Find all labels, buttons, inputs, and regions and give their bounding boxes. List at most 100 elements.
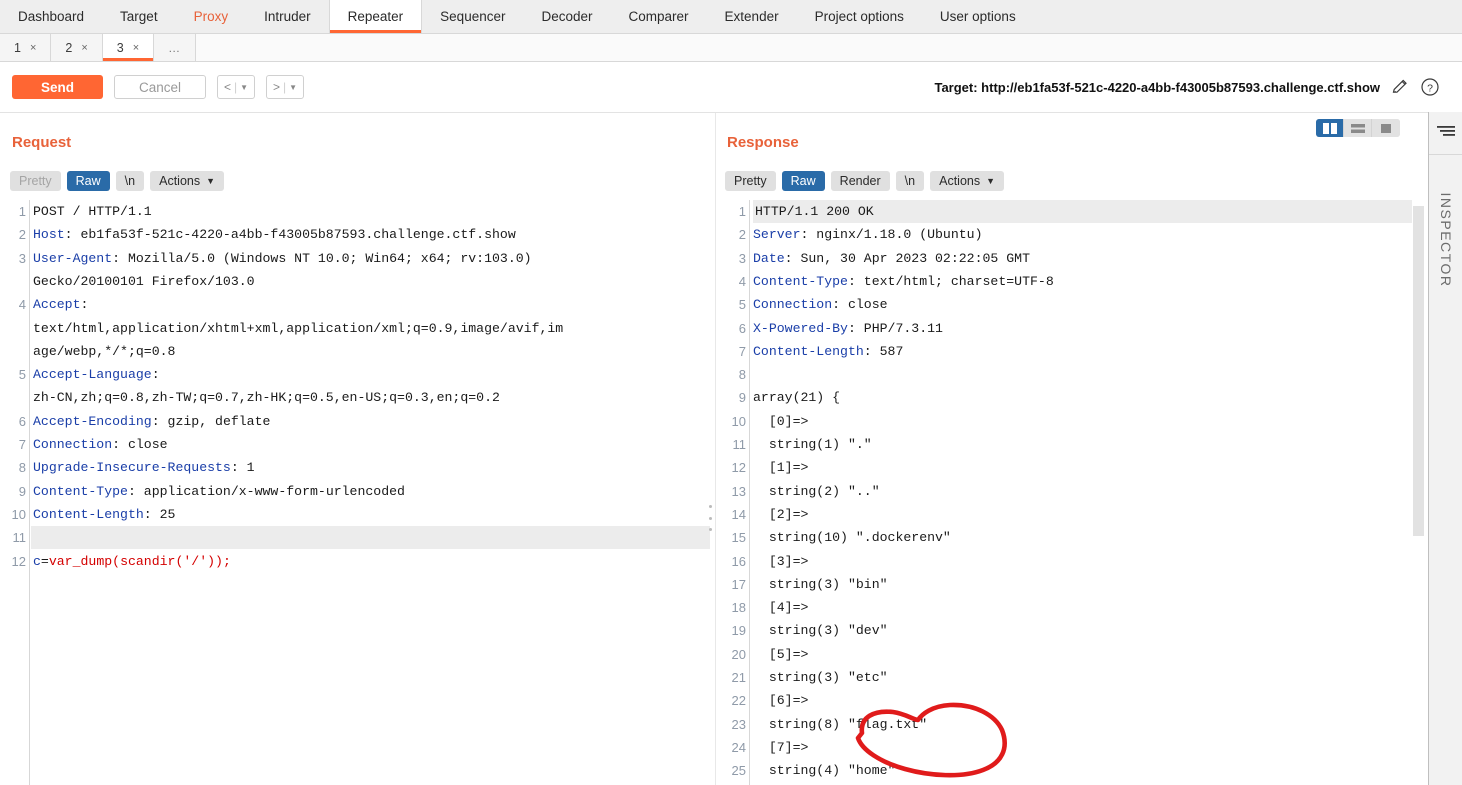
inspector-lines-icon[interactable] (1436, 124, 1456, 140)
req-view-tab-actions[interactable]: Actions ▼ (150, 171, 225, 191)
code-line[interactable]: [5]=> (753, 643, 1404, 666)
main-tab-dashboard[interactable]: Dashboard (0, 0, 102, 33)
main-tab-project-options[interactable]: Project options (797, 0, 922, 33)
code-line[interactable]: HTTP/1.1 200 OK (753, 200, 1414, 224)
close-icon[interactable]: × (81, 42, 87, 54)
code-line[interactable]: string(3) "dev" (753, 619, 1404, 642)
main-tab-label: User options (939, 9, 1016, 24)
repeater-action-toolbar: Send Cancel < | ▼ > | ▼ Target: http://e… (0, 62, 1462, 112)
code-segment: Host (33, 227, 65, 243)
question-mark-icon[interactable]: ? (1420, 77, 1440, 97)
code-line[interactable]: [0]=> (753, 410, 1404, 433)
request-panel-title: Request (12, 134, 72, 151)
code-line[interactable]: Host: eb1fa53f-521c-4220-a4bb-f43005b875… (33, 223, 702, 246)
chevron-down-icon: ▼ (206, 176, 216, 186)
code-line[interactable]: zh-CN,zh;q=0.8,zh-TW;q=0.7,zh-HK;q=0.5,e… (33, 386, 702, 409)
code-line[interactable]: Connection: close (753, 293, 1404, 316)
close-icon[interactable]: × (30, 42, 36, 54)
code-line[interactable]: string(1) "." (753, 433, 1404, 456)
main-tab-target[interactable]: Target (102, 0, 176, 33)
main-tab-user-options[interactable]: User options (922, 0, 1034, 33)
go-back-button[interactable]: < | ▼ (217, 75, 255, 99)
code-line[interactable]: Content-Type: application/x-www-form-url… (33, 480, 702, 503)
go-forward-button[interactable]: > | ▼ (266, 75, 304, 99)
res-view-tab-render[interactable]: Render (830, 171, 890, 191)
repeater-tab-3[interactable]: 3 × (102, 34, 155, 61)
main-tab-extender[interactable]: Extender (707, 0, 797, 33)
req-view-tab-pretty[interactable]: Pretty (10, 171, 61, 191)
code-line[interactable]: Connection: close (33, 433, 702, 456)
code-line[interactable]: X-Powered-By: PHP/7.3.11 (753, 317, 1404, 340)
code-line[interactable]: User-Agent: Mozilla/5.0 (Windows NT 10.0… (33, 247, 702, 270)
single-pane-layout-button[interactable] (1372, 119, 1400, 137)
res-view-tab-pretty[interactable]: Pretty (725, 171, 776, 191)
repeater-tab-1[interactable]: 1 × (0, 34, 52, 61)
line-number: 23 (731, 716, 746, 732)
code-line[interactable]: [4]=> (753, 596, 1404, 619)
code-line[interactable]: Server: nginx/1.18.0 (Ubuntu) (753, 223, 1404, 246)
code-line[interactable]: string(8) "flag.txt" (753, 713, 1404, 736)
code-line[interactable]: [2]=> (753, 503, 1404, 526)
code-line[interactable]: [3]=> (753, 550, 1404, 573)
send-button[interactable]: Send (12, 75, 103, 99)
response-vertical-scrollbar[interactable] (1412, 200, 1426, 785)
pencil-icon[interactable] (1390, 77, 1410, 97)
request-editor[interactable]: 1 POST / HTTP/1.1 2 Host: eb1fa53f-521c-422… (0, 200, 710, 785)
code-line[interactable]: string(10) ".dockerenv" (753, 526, 1404, 549)
main-tab-sequencer[interactable]: Sequencer (422, 0, 523, 33)
code-line[interactable]: [1]=> (753, 456, 1404, 479)
code-line[interactable]: age/webp,*/*;q=0.8 (33, 340, 702, 363)
main-tab-decoder[interactable]: Decoder (523, 0, 610, 33)
code-segment: : 587 (863, 343, 904, 359)
code-line[interactable]: POST / HTTP/1.1 (33, 200, 702, 223)
main-tab-proxy[interactable]: Proxy (176, 0, 247, 33)
code-line[interactable]: Accept: (33, 293, 702, 316)
code-line[interactable]: Content-Length: 25 (33, 503, 702, 526)
code-line[interactable]: string(2) ".." (753, 480, 1404, 503)
repeater-tab-overflow-button[interactable]: … (154, 34, 197, 61)
main-tab-repeater[interactable]: Repeater (328, 0, 423, 33)
code-line[interactable]: Accept-Language: (33, 363, 702, 386)
close-icon[interactable]: × (133, 42, 139, 54)
code-line[interactable] (753, 363, 1404, 386)
code-line[interactable]: [6]=> (753, 689, 1404, 712)
side-by-side-layout-button[interactable] (1316, 119, 1344, 137)
code-line[interactable]: [7]=> (753, 736, 1404, 759)
main-tab-intruder[interactable]: Intruder (246, 0, 329, 33)
req-view-tab-raw[interactable]: Raw (66, 171, 110, 191)
res-view-tab-actions[interactable]: Actions ▼ (930, 171, 1005, 191)
res-view-tab-raw[interactable]: Raw (781, 171, 825, 191)
response-view-tabs: Pretty Raw Render \n Actions ▼ (725, 171, 1005, 191)
req-view-tab-n[interactable]: \n (115, 171, 145, 191)
inspector-panel-rail[interactable]: INSPECTOR (1428, 112, 1462, 785)
code-line[interactable]: text/html,application/xhtml+xml,applicat… (33, 317, 702, 340)
response-editor[interactable]: 1 HTTP/1.1 200 OK 2 Server: nginx/1.18.0 (U… (722, 200, 1414, 785)
code-line[interactable]: Upgrade-Insecure-Requests: 1 (33, 456, 702, 479)
panel-splitter-handle[interactable] (707, 505, 713, 531)
code-segment: = (40, 553, 49, 569)
code-line[interactable]: Accept-Encoding: gzip, deflate (33, 410, 702, 433)
view-tab-label: Pretty (734, 174, 767, 188)
code-line[interactable]: c=var_dump(scandir('/')); (33, 550, 702, 573)
code-line[interactable]: Gecko/20100101 Firefox/103.0 (33, 270, 702, 293)
code-line[interactable]: array(21) { (753, 386, 1404, 409)
code-line[interactable] (31, 526, 710, 550)
view-tab-label: \n (124, 174, 136, 188)
code-line[interactable]: Content-Length: 587 (753, 340, 1404, 363)
repeater-tab-2[interactable]: 2 × (51, 34, 103, 61)
code-line[interactable]: string(4) "home" (753, 759, 1404, 782)
line-number: 3 (18, 250, 26, 266)
code-line[interactable]: string(3) "etc" (753, 666, 1404, 689)
code-line[interactable]: string(3) "bin" (753, 573, 1404, 596)
forward-arrow-icon: > (272, 80, 280, 94)
cancel-button[interactable]: Cancel (114, 75, 206, 99)
code-line[interactable]: Date: Sun, 30 Apr 2023 02:22:05 GMT (753, 247, 1404, 270)
stacked-layout-button[interactable] (1344, 119, 1372, 137)
code-line[interactable]: Content-Type: text/html; charset=UTF-8 (753, 270, 1404, 293)
line-number: 25 (731, 763, 746, 779)
line-number: 1 (18, 204, 26, 219)
res-view-tab-n[interactable]: \n (895, 171, 925, 191)
main-tab-comparer[interactable]: Comparer (611, 0, 707, 33)
request-lines: 1 POST / HTTP/1.1 2 Host: eb1fa53f-521c-422… (0, 200, 710, 785)
scrollbar-thumb[interactable] (1413, 206, 1424, 536)
